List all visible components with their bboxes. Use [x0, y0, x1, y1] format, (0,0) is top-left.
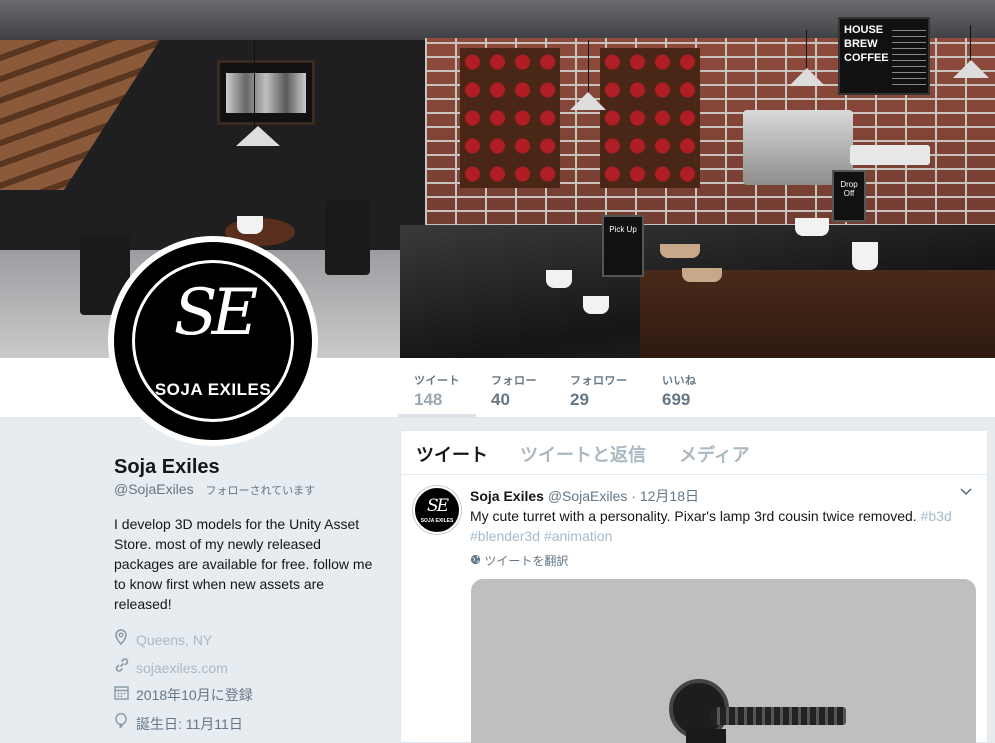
tweet-separator: · [631, 488, 636, 504]
banner-lamp-wire [970, 25, 971, 65]
stat-tweets-label: ツイート [414, 375, 460, 387]
stat-likes-label: いいね [662, 375, 697, 387]
banner-pickup-sign: Pick Up [602, 215, 644, 277]
hashtag-link[interactable]: #b3d [921, 508, 952, 524]
media-turret-base [686, 729, 726, 743]
tab-tweets[interactable]: ツイート [416, 441, 488, 467]
calendar-icon [114, 685, 130, 703]
timeline: ツイート ツイートと返信 メディア SE SOJA EXILES Soja Ex… [400, 430, 988, 743]
banner-cup [237, 216, 263, 234]
banner-counter-front [640, 270, 995, 358]
profile-joined: 2018年10月に登録 [114, 685, 253, 705]
profile-handle[interactable]: @SojaExiles [114, 481, 194, 497]
globe-icon [470, 554, 481, 565]
stat-following-value: 40 [491, 390, 510, 409]
dropoff-sign-text: Drop Off [840, 180, 858, 198]
banner-cup [546, 270, 572, 288]
stat-likes[interactable]: いいね 699 [662, 372, 697, 410]
tweet-text: My cute turret with a personality. Pixar… [470, 506, 970, 546]
banner-cup [682, 268, 722, 282]
banner-chair [325, 200, 370, 275]
stat-following-label: フォロー [491, 375, 537, 387]
banner-cup [795, 218, 829, 236]
banner-lamp-wire [806, 30, 807, 70]
profile-website: sojaexiles.com [114, 657, 228, 676]
active-stat-underline [398, 414, 476, 418]
link-icon [114, 657, 130, 676]
translate-label: ツイートを翻訳 [484, 554, 569, 568]
balloon-icon [114, 712, 130, 732]
banner-menu-board [892, 25, 926, 85]
joined-date: 2018年10月に登録 [136, 687, 253, 703]
hashtag-link[interactable]: #animation [544, 528, 613, 544]
tweet-timestamp[interactable]: 12月18日 [640, 488, 699, 504]
profile-avatar[interactable]: SE SOJA EXILES [108, 236, 318, 446]
banner-cup [660, 244, 700, 258]
banner-lamp [570, 92, 606, 110]
website-link[interactable]: sojaexiles.com [136, 660, 228, 676]
avatar-brand-text: SOJA EXILES [154, 380, 272, 399]
banner-cup [583, 296, 609, 314]
tweet-header: Soja Exiles @SojaExiles · 12月18日 [470, 486, 699, 506]
stat-likes-value: 699 [662, 390, 691, 409]
avatar-monogram: SE [173, 276, 259, 350]
stat-following[interactable]: フォロー 40 [491, 372, 537, 410]
banner-sign-text: HOUSE BREW COFFEE [844, 24, 889, 64]
banner-picture-frame [217, 60, 315, 125]
tweet-avatar-brand: SOJA EXILES [420, 518, 454, 524]
profile-handle-row: @SojaExiles フォローされています [114, 481, 384, 498]
banner-mug-rack [600, 48, 700, 188]
timeline-tabs: ツイート ツイートと返信 メディア [401, 431, 987, 475]
tweet-avatar[interactable]: SE SOJA EXILES [413, 486, 461, 534]
banner-lamp-wire [254, 40, 255, 130]
tab-tweets-and-replies[interactable]: ツイートと返信 [520, 441, 646, 467]
banner-cup [852, 242, 878, 270]
tweet-avatar-monogram: SE [426, 496, 449, 516]
profile-location: Queens, NY [114, 629, 212, 648]
tweet-media[interactable] [471, 579, 976, 743]
tweet-author-name[interactable]: Soja Exiles [470, 488, 544, 504]
banner-lamp [953, 60, 989, 78]
banner-lamp-wire [588, 40, 589, 95]
profile-bio: I develop 3D models for the Unity Asset … [114, 516, 373, 612]
follows-you-badge: フォローされています [205, 485, 316, 497]
banner-lamp [236, 126, 280, 146]
stat-tweets-value: 148 [414, 390, 443, 409]
profile-birthday: 誕生日: 11月11日 [114, 712, 243, 734]
stat-followers[interactable]: フォロワー 29 [570, 372, 628, 410]
chevron-down-icon[interactable] [959, 484, 973, 500]
pickup-sign-text: Pick Up [609, 225, 637, 234]
media-turret-barrel [711, 707, 846, 725]
tweet-body: My cute turret with a personality. Pixar… [470, 508, 917, 524]
tweet-author-handle[interactable]: @SojaExiles [548, 488, 628, 504]
banner-dropoff-sign: Drop Off [832, 170, 866, 222]
birthday-text: 誕生日: 11月11日 [136, 716, 243, 732]
location-pin-icon [114, 629, 130, 648]
translate-tweet-link[interactable]: ツイートを翻訳 [470, 552, 568, 569]
location-text[interactable]: Queens, NY [136, 632, 212, 648]
banner-house-brew-sign: HOUSE BREW COFFEE [838, 17, 930, 95]
tweet[interactable]: SE SOJA EXILES Soja Exiles @SojaExiles ·… [401, 476, 987, 743]
banner-sink [850, 145, 930, 165]
stat-tweets[interactable]: ツイート 148 [414, 372, 460, 410]
banner-mug-rack [460, 48, 560, 188]
profile-card: Soja Exiles @SojaExiles フォローされています I dev… [114, 456, 384, 614]
hashtag-link[interactable]: #blender3d [470, 528, 540, 544]
stat-followers-label: フォロワー [570, 375, 628, 387]
stat-followers-value: 29 [570, 390, 589, 409]
avatar-logo: SE SOJA EXILES [114, 242, 312, 440]
banner-lamp [789, 68, 825, 86]
profile-name[interactable]: Soja Exiles [114, 456, 384, 479]
tab-media[interactable]: メディア [679, 441, 750, 467]
